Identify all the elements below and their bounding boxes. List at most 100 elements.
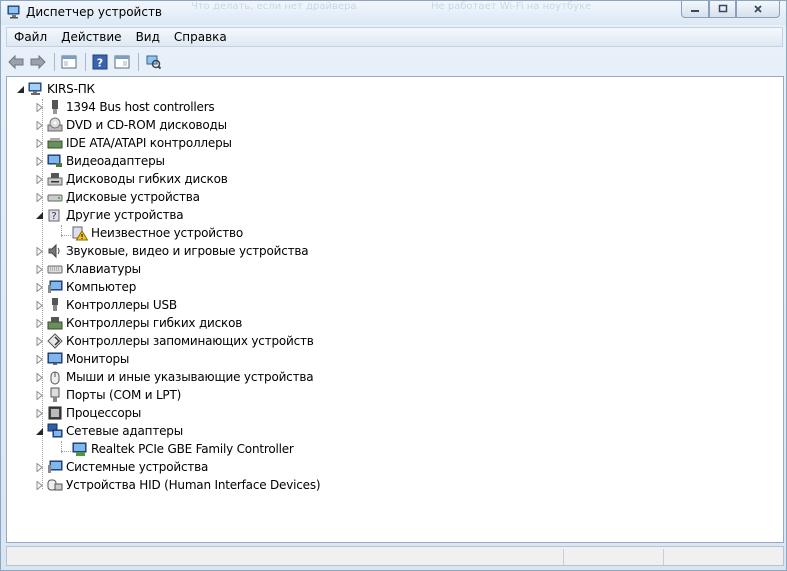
back-button[interactable] [6,52,26,72]
tree-child-item[interactable]: Неизвестное устройство [70,224,243,242]
expand-arrow-icon[interactable] [34,300,45,311]
expand-arrow-icon[interactable] [34,102,45,113]
tree-item-label: IDE ATA/ATAPI контроллеры [66,136,232,150]
tree-root-label: KIRS-ПК [47,82,95,96]
restore-icon [718,4,727,13]
tree-item[interactable]: Контроллеры гибких дисков [34,314,242,332]
tree-item[interactable]: Компьютер [34,278,136,296]
tree-item-label: Устройства HID (Human Interface Devices) [66,478,321,492]
usb-icon [47,297,63,313]
ide-controller-icon [47,135,63,151]
collapse-arrow-icon[interactable] [34,210,45,221]
menu-bar: Файл Действие Вид Справка [6,27,783,47]
collapse-arrow-icon[interactable] [34,426,45,437]
sound-icon [47,243,63,259]
close-button[interactable] [736,1,780,18]
properties-button[interactable] [112,52,132,72]
toolbar-separator [138,53,139,71]
window-title: Диспетчер устройств [26,5,163,19]
menu-action[interactable]: Действие [54,30,128,44]
maximize-button[interactable] [709,1,736,18]
system-devices-icon [47,459,63,475]
expand-arrow-icon[interactable] [34,390,45,401]
tree-item[interactable]: Контроллеры USB [34,296,177,314]
processor-icon [47,405,63,421]
port-icon [47,387,63,403]
tree-root[interactable]: KIRS-ПК [15,80,95,98]
tree-item[interactable]: Порты (COM и LPT) [34,386,181,404]
background-tab-1: Что делать, если нет драйвера [191,1,357,12]
floppy-controller-icon [47,315,63,331]
floppy-drive-icon [47,171,63,187]
tree-item-label: Звуковые, видео и игровые устройства [66,244,309,258]
expand-arrow-icon[interactable] [34,192,45,203]
menu-help[interactable]: Справка [167,30,234,44]
tree-item[interactable]: Процессоры [34,404,141,422]
tree-child-item[interactable]: Realtek PCIe GBE Family Controller [70,440,294,458]
tree-item[interactable]: Дисковые устройства [34,188,200,206]
expand-arrow-icon[interactable] [34,156,45,167]
scan-hardware-button[interactable] [143,52,163,72]
tree-item-label: Сетевые адаптеры [66,424,183,438]
tree-item[interactable]: Дисководы гибких дисков [34,170,228,188]
expand-arrow-icon[interactable] [34,264,45,275]
forward-button[interactable] [28,52,48,72]
device-tree: KIRS-ПК 1394 Bus host controllers DVD и … [6,76,784,543]
tree-item[interactable]: Клавиатуры [34,260,141,278]
tree-item-label: 1394 Bus host controllers [66,100,215,114]
help-icon: ? [92,54,108,70]
menu-view[interactable]: Вид [129,30,167,44]
tree-item-label: Контроллеры USB [66,298,177,312]
background-tab-2: Не работает Wi-Fi на ноутбуке [431,1,592,12]
tree-item[interactable]: DVD и CD-ROM дисководы [34,116,227,134]
menu-file[interactable]: Файл [7,30,54,44]
tree-item[interactable]: Системные устройства [34,458,208,476]
expand-arrow-icon[interactable] [34,318,45,329]
network-card-icon [72,441,88,457]
forward-arrow-icon [30,54,46,70]
expand-arrow-icon[interactable] [34,174,45,185]
tree-item[interactable]: 1394 Bus host controllers [34,98,215,116]
expand-arrow-icon[interactable] [34,282,45,293]
device-manager-window: Диспетчер устройств Что делать, если нет… [0,0,787,571]
device-manager-app-icon [6,4,22,20]
expand-arrow-icon[interactable] [34,408,45,419]
tree-item-label: Контроллеры запоминающих устройств [66,334,314,348]
display-adapter-icon [47,153,63,169]
expand-arrow-icon[interactable] [34,480,45,491]
cdrom-icon [47,117,63,133]
tree-item[interactable]: IDE ATA/ATAPI контроллеры [34,134,232,152]
tree-item[interactable]: Мыши и иные указывающие устройства [34,368,314,386]
expand-arrow-icon[interactable] [34,336,45,347]
hid-icon [47,477,63,493]
tree-item[interactable]: Видеоадаптеры [34,152,165,170]
tree-item-expanded[interactable]: Сетевые адаптеры [34,422,183,440]
svg-text:?: ? [97,57,103,70]
other-devices-icon: ? [47,207,63,223]
toolbar-separator [85,53,86,71]
help-button[interactable]: ? [90,52,110,72]
title-bar[interactable]: Диспетчер устройств Что делать, если нет… [1,1,786,25]
minimize-icon [691,10,699,12]
minimize-button[interactable] [681,1,709,18]
tree-item-label: Мыши и иные указывающие устройства [66,370,314,384]
expand-arrow-icon[interactable] [34,120,45,131]
expand-arrow-icon[interactable] [34,462,45,473]
tree-item[interactable]: Устройства HID (Human Interface Devices) [34,476,321,494]
unknown-device-warning-icon [72,225,88,241]
expand-arrow-icon[interactable] [34,246,45,257]
status-bar [6,546,784,566]
console-tree-button[interactable] [59,52,79,72]
tree-item-expanded[interactable]: ? Другие устройства [34,206,184,224]
collapse-arrow-icon[interactable] [15,84,26,95]
expand-arrow-icon[interactable] [34,372,45,383]
expand-arrow-icon[interactable] [34,138,45,149]
keyboard-icon [47,261,63,277]
network-adapter-icon [47,423,63,439]
properties-icon [114,55,130,69]
tree-item[interactable]: Мониторы [34,350,129,368]
expand-arrow-icon[interactable] [34,354,45,365]
tree-item[interactable]: Звуковые, видео и игровые устройства [34,242,309,260]
toolbar: ? [6,49,783,75]
tree-item[interactable]: Контроллеры запоминающих устройств [34,332,314,350]
